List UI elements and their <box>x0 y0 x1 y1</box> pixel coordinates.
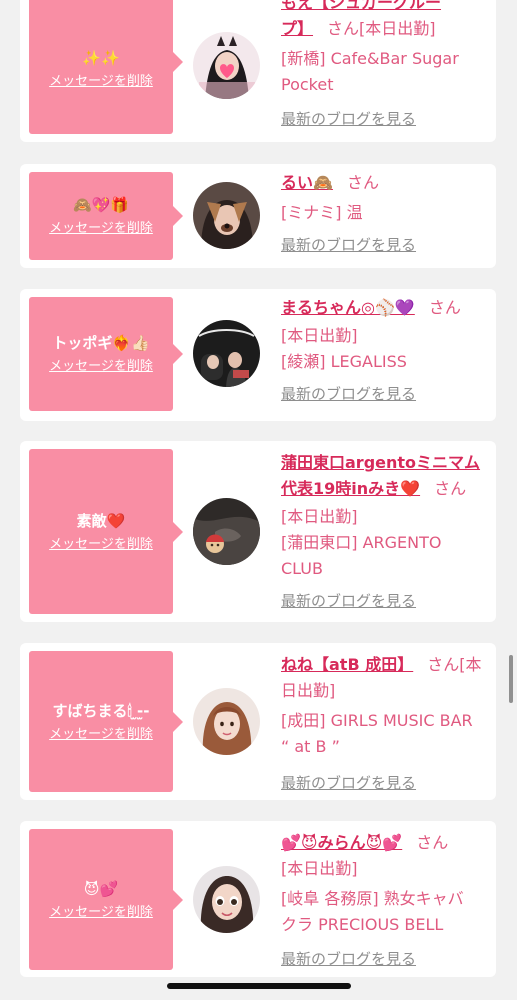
status: [本日出勤] <box>281 326 358 345</box>
message-bubble: トッポギ❤️‍🔥👍🏻 メッセージを削除 <box>29 297 183 411</box>
honorific: さん <box>327 19 360 38</box>
store-info-cont: Pocket <box>281 75 334 94</box>
honorific: さん <box>346 173 379 192</box>
message-text: 素敵❤️ <box>76 511 126 530</box>
profile-info: るい🙈 さん [ミナミ] 温 最新のブログを見る <box>281 170 491 256</box>
avatar-photo <box>193 688 260 755</box>
latest-blog-link[interactable]: 最新のブログを見る <box>281 590 416 612</box>
delete-message-link[interactable]: メッセージを削除 <box>49 73 153 91</box>
message-card: すばちまる🕯 ̫-̫- メッセージを削除 ねね【atB 成田】 さん[本 日出勤]… <box>20 643 496 800</box>
store-info: [綾瀬] LEGALISS <box>281 352 407 371</box>
scrollbar[interactable] <box>509 655 513 703</box>
avatar[interactable] <box>193 498 260 565</box>
message-text: 😈💕 <box>83 879 119 898</box>
honorific: さん <box>434 479 467 498</box>
latest-blog-link[interactable]: 最新のブログを見る <box>281 772 416 794</box>
profile-info: まるちゃん◎⚾️💜 さん [本日出勤] [綾瀬] LEGALISS 最新のブログを… <box>281 295 491 405</box>
store-info: [ミナミ] 温 <box>281 203 363 222</box>
avatar[interactable] <box>193 320 260 387</box>
message-text: トッポギ❤️‍🔥👍🏻 <box>52 334 150 352</box>
honorific: さん <box>416 833 449 852</box>
delete-message-link[interactable]: メッセージを削除 <box>49 904 153 922</box>
honorific: さん <box>428 298 461 317</box>
status: 日出勤] <box>281 681 336 700</box>
message-card: トッポギ❤️‍🔥👍🏻 メッセージを削除 まるちゃん◎⚾️💜 さん [本日出勤] [… <box>20 289 496 421</box>
message-card: 🙈💖🎁 メッセージを削除 るい🙈 さん [ミナミ] 温 最新のブログを見る <box>20 164 496 268</box>
cast-name-cont[interactable]: 代表19時inみき❤️ <box>281 479 420 498</box>
message-text: 🙈💖🎁 <box>72 196 130 214</box>
message-bubble: 素敵❤️ メッセージを削除 <box>29 449 183 614</box>
avatar[interactable] <box>193 688 260 755</box>
delete-message-link[interactable]: メッセージを削除 <box>49 536 153 554</box>
message-card: ✨✨ メッセージを削除 もえ【シュガーグルー プ】 さん[本日出勤] [新橋] C… <box>20 0 496 142</box>
message-card: 素敵❤️ メッセージを削除 蒲田東口argentoミニマム 代表19時inみき❤… <box>20 441 496 622</box>
message-bubble: 😈💕 メッセージを削除 <box>29 829 183 970</box>
avatar[interactable] <box>193 182 260 249</box>
message-card: 😈💕 メッセージを削除 💕😈みらん😈💕 さん [本日出勤] [岐阜 各務原] 熟女… <box>20 821 496 977</box>
store-info-cont: CLUB <box>281 559 323 578</box>
home-indicator[interactable] <box>167 983 351 989</box>
cast-name-cont[interactable]: プ】 <box>281 19 313 38</box>
avatar-photo <box>193 32 260 99</box>
profile-info: 蒲田東口argentoミニマム 代表19時inみき❤️ さん [本日出勤] [蒲田… <box>281 450 491 612</box>
message-bubble: すばちまる🕯 ̫-̫- メッセージを削除 <box>29 651 183 792</box>
delete-message-link[interactable]: メッセージを削除 <box>49 358 153 376</box>
store-info-cont: クラ PRECIOUS BELL <box>281 915 444 934</box>
delete-message-link[interactable]: メッセージを削除 <box>49 726 153 744</box>
message-text: すばちまる🕯 ̫-̫- <box>52 701 150 720</box>
cast-name[interactable]: 蒲田東口argentoミニマム <box>281 453 480 472</box>
profile-info: 💕😈みらん😈💕 さん [本日出勤] [岐阜 各務原] 熟女キャバ クラ PRECI… <box>281 830 491 970</box>
avatar-photo <box>193 498 260 565</box>
latest-blog-link[interactable]: 最新のブログを見る <box>281 108 416 130</box>
store-info: [蒲田東口] ARGENTO <box>281 533 442 552</box>
avatar-photo <box>193 182 260 249</box>
cast-name[interactable]: もえ【シュガーグルー <box>281 0 441 12</box>
message-text: ✨✨ <box>82 49 120 67</box>
status: [本日出勤] <box>281 859 358 878</box>
cast-name[interactable]: 💕😈みらん😈💕 <box>281 833 402 852</box>
delete-message-link[interactable]: メッセージを削除 <box>49 220 153 238</box>
avatar[interactable] <box>193 866 260 933</box>
latest-blog-link[interactable]: 最新のブログを見る <box>281 948 416 970</box>
avatar[interactable] <box>193 32 260 99</box>
store-info: [新橋] Cafe&Bar Sugar <box>281 49 459 68</box>
cast-name[interactable]: るい🙈 <box>281 173 333 192</box>
avatar-photo <box>193 320 260 387</box>
store-info-cont: “ at B ” <box>281 737 340 756</box>
latest-blog-link[interactable]: 最新のブログを見る <box>281 234 416 256</box>
avatar-photo <box>193 866 260 933</box>
profile-info: ねね【atB 成田】 さん[本 日出勤] [成田] GIRLS MUSIC BAR… <box>281 652 491 794</box>
status: [本日出勤] <box>359 19 436 38</box>
message-bubble: ✨✨ メッセージを削除 <box>29 0 183 134</box>
profile-info: もえ【シュガーグルー プ】 さん[本日出勤] [新橋] Cafe&Bar Suga… <box>281 0 491 130</box>
message-bubble: 🙈💖🎁 メッセージを削除 <box>29 172 183 260</box>
store-info: [岐阜 各務原] 熟女キャバ <box>281 889 464 908</box>
store-info: [成田] GIRLS MUSIC BAR <box>281 711 473 730</box>
cast-name[interactable]: まるちゃん◎⚾️💜 <box>281 298 415 317</box>
latest-blog-link[interactable]: 最新のブログを見る <box>281 383 416 405</box>
honorific: さん[本 <box>427 655 482 674</box>
cast-name[interactable]: ねね【atB 成田】 <box>281 655 413 674</box>
status: [本日出勤] <box>281 507 358 526</box>
